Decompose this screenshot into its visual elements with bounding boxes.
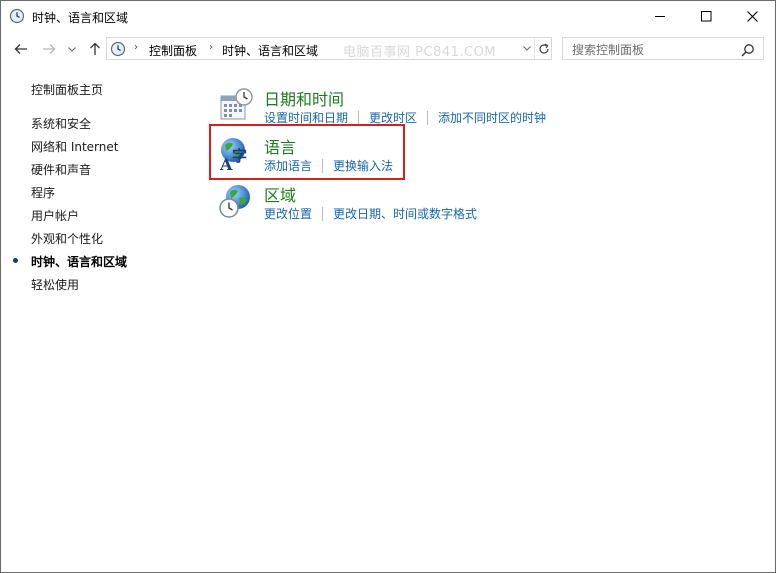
current-item-bullet-icon [13, 258, 18, 263]
breadcrumb-chevron-icon[interactable]: › [209, 42, 213, 53]
breadcrumb-control-panel[interactable]: 控制面板 [149, 42, 197, 59]
sidebar-item-hardware-sound[interactable]: 硬件和声音 [31, 161, 91, 178]
maximize-icon [700, 11, 711, 22]
sidebar-item-appearance[interactable]: 外观和个性化 [31, 230, 103, 247]
link-change-location[interactable]: 更改位置 [264, 205, 312, 222]
up-arrow-icon[interactable] [87, 41, 103, 57]
close-button[interactable] [729, 1, 775, 32]
control-panel-location-icon [110, 41, 126, 57]
address-dropdown-chevron-down-icon[interactable] [520, 38, 534, 59]
language-highlight-box [209, 124, 405, 180]
link-divider [322, 206, 324, 221]
forward-arrow-icon[interactable] [41, 41, 57, 57]
search-box[interactable]: 搜索控制面板 [562, 37, 764, 60]
maximize-button[interactable] [683, 1, 729, 32]
link-divider [358, 110, 360, 125]
minimize-icon [654, 16, 665, 17]
window-title: 时钟、语言和区域 [32, 11, 129, 25]
clock-globe-app-icon [9, 8, 25, 24]
minimize-button[interactable] [637, 1, 683, 32]
title-bar[interactable]: 时钟、语言和区域 [1, 1, 775, 32]
calendar-clock-icon[interactable] [217, 87, 255, 125]
link-change-date-time-number-formats[interactable]: 更改日期、时间或数字格式 [333, 205, 477, 222]
watermark: 电脑百事网 PC841.COM [343, 45, 497, 60]
sidebar-item-clock-language-region[interactable]: 时钟、语言和区域 [31, 253, 127, 270]
sidebar-item-system-security[interactable]: 系统和安全 [31, 115, 91, 132]
region-globe-clock-icon[interactable] [217, 183, 255, 221]
breadcrumb-chevron-icon[interactable]: › [134, 42, 138, 53]
category-title-date-time[interactable]: 日期和时间 [264, 86, 344, 110]
refresh-icon[interactable] [534, 38, 552, 59]
sidebar-item-user-accounts[interactable]: 用户帐户 [31, 207, 79, 224]
recent-locations-chevron-down-icon[interactable] [67, 41, 77, 57]
sidebar-item-programs[interactable]: 程序 [31, 184, 55, 201]
link-divider [427, 110, 429, 125]
breadcrumb-current[interactable]: 时钟、语言和区域 [222, 42, 318, 59]
sidebar-item-ease-of-access[interactable]: 轻松使用 [31, 276, 79, 293]
navigation-bar: › 控制面板 › 时钟、语言和区域 电脑百事网 PC841.COM 搜索控制面板 [1, 32, 775, 66]
close-icon [746, 11, 758, 22]
sidebar-item-network-internet[interactable]: 网络和 Internet [31, 138, 118, 155]
link-add-clocks[interactable]: 添加不同时区的时钟 [438, 109, 546, 126]
control-panel-window: 时钟、语言和区域 › 控制面板 › 时钟、语言和区域 电脑百事网 PC841.C… [0, 0, 776, 573]
search-input[interactable]: 搜索控制面板 [572, 41, 644, 58]
search-icon[interactable] [741, 42, 755, 57]
address-bar[interactable]: › 控制面板 › 时钟、语言和区域 电脑百事网 PC841.COM [106, 37, 552, 60]
back-arrow-icon[interactable] [13, 41, 29, 57]
control-panel-home-link[interactable]: 控制面板主页 [31, 81, 103, 98]
category-links-region: 更改位置 更改日期、时间或数字格式 [264, 205, 477, 222]
category-title-region[interactable]: 区域 [264, 182, 296, 206]
